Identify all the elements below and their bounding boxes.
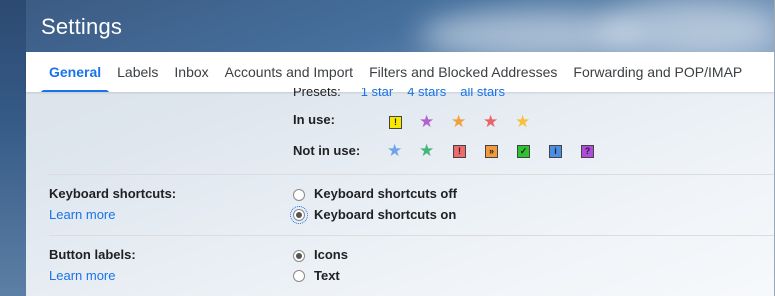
- tab-inbox[interactable]: Inbox: [166, 52, 216, 92]
- not-in-use-marker-icon[interactable]: i: [549, 145, 562, 158]
- section-divider: [49, 174, 775, 175]
- not-in-use-marker-icon[interactable]: ?: [581, 145, 594, 158]
- section-divider: [49, 235, 775, 236]
- keyboard-shortcuts-on-radio[interactable]: [290, 206, 308, 224]
- tab-filters-and-blocked[interactable]: Filters and Blocked Addresses: [361, 52, 565, 92]
- page-title: Settings: [41, 14, 123, 39]
- in-use-star-icon[interactable]: ★: [515, 113, 530, 130]
- button-labels-icons-radio[interactable]: [293, 250, 305, 262]
- not-in-use-marker-icon[interactable]: ✓: [517, 145, 530, 158]
- not-in-use-label: Not in use:: [293, 143, 361, 158]
- button-labels-text-radio[interactable]: [293, 270, 305, 282]
- not-in-use-star-icon[interactable]: ★: [419, 142, 434, 159]
- not-in-use-marker-icon[interactable]: »: [485, 145, 498, 158]
- settings-tabs: General Labels Inbox Accounts and Import…: [26, 52, 775, 92]
- keyboard-shortcuts-on-label[interactable]: Keyboard shortcuts on: [314, 207, 456, 222]
- button-labels-title: Button labels:: [49, 247, 136, 262]
- tab-accounts-and-import[interactable]: Accounts and Import: [217, 52, 361, 92]
- tab-labels[interactable]: Labels: [109, 52, 166, 92]
- keyboard-shortcuts-off-radio[interactable]: [293, 189, 305, 201]
- keyboard-learn-more-link[interactable]: Learn more: [49, 207, 115, 222]
- button-labels-text-label[interactable]: Text: [314, 268, 340, 283]
- in-use-star-icon[interactable]: ★: [419, 113, 434, 130]
- button-labels-learn-more-link[interactable]: Learn more: [49, 268, 115, 283]
- not-in-use-marker-icon[interactable]: !: [453, 145, 466, 158]
- background-strip: [0, 0, 26, 296]
- in-use-marker-icon[interactable]: !: [389, 116, 402, 129]
- keyboard-shortcuts-title: Keyboard shortcuts:: [49, 186, 177, 201]
- in-use-star-icon[interactable]: ★: [483, 113, 498, 130]
- tab-general[interactable]: General: [26, 52, 110, 92]
- keyboard-shortcuts-off-label[interactable]: Keyboard shortcuts off: [314, 186, 457, 201]
- tab-forwarding-pop-imap[interactable]: Forwarding and POP/IMAP: [565, 52, 750, 92]
- button-labels-icons-label[interactable]: Icons: [314, 247, 348, 262]
- in-use-label: In use:: [293, 112, 335, 127]
- not-in-use-star-icon[interactable]: ★: [387, 142, 402, 159]
- in-use-star-icon[interactable]: ★: [451, 113, 466, 130]
